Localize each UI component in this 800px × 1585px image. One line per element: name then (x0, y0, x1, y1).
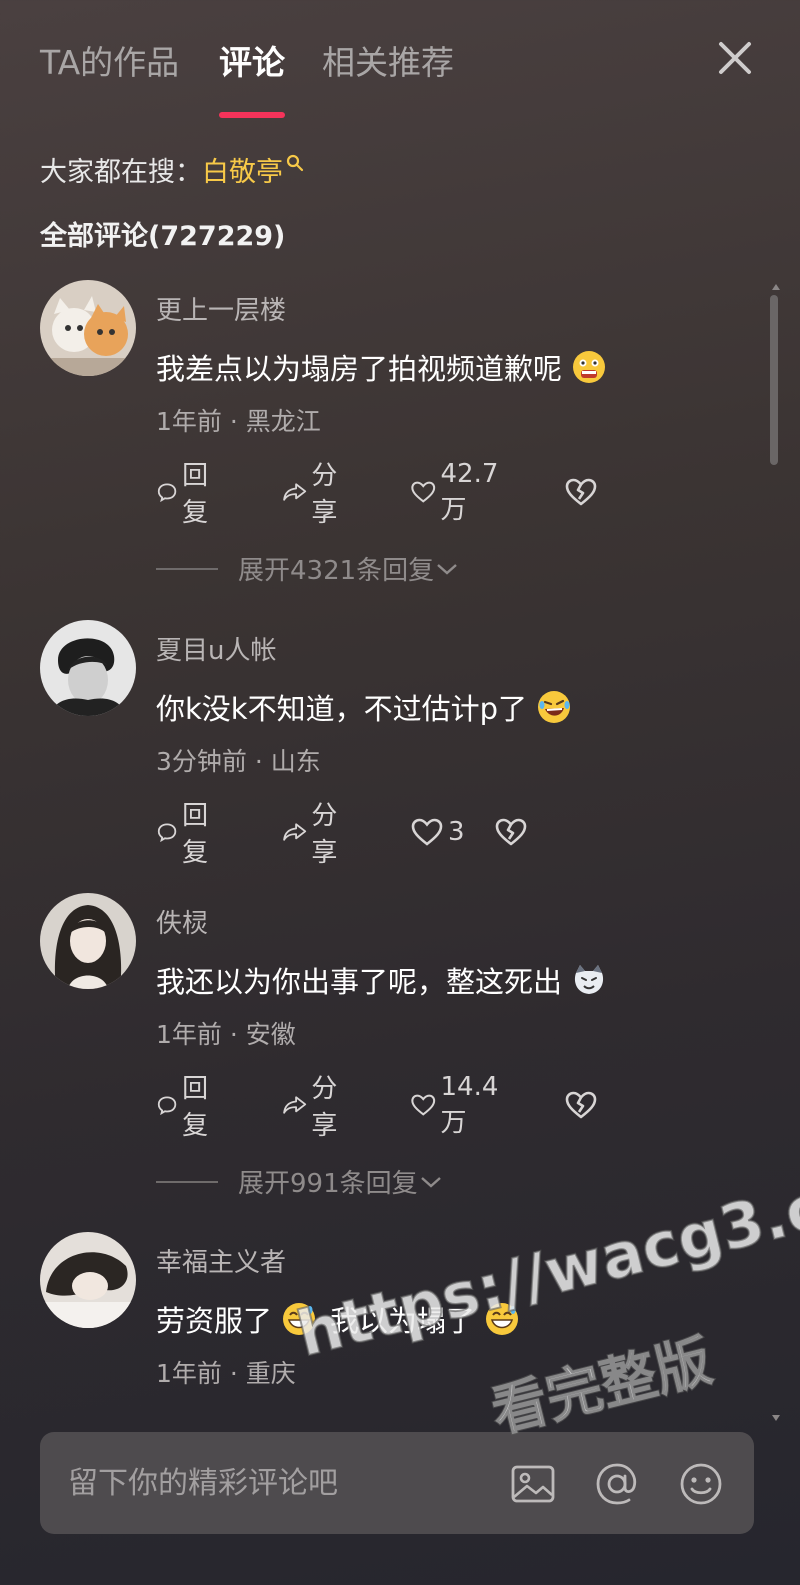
share-button[interactable]: 分享 (282, 1074, 348, 1141)
reply-icon (157, 483, 177, 503)
reply-label: 回复 (182, 801, 209, 868)
reply-button[interactable]: 回复 (156, 1074, 218, 1141)
watermark: https://wacg3.com 看完整版 (289, 1143, 800, 1450)
cat-face-icon (572, 963, 606, 997)
divider-line (156, 1180, 218, 1183)
active-tab-indicator (219, 112, 285, 118)
comment-text-content: 我还以为你出事了呢，整这死出 (156, 965, 563, 999)
comment-meta: 1年前 · 安徽 (156, 1020, 296, 1049)
close-icon[interactable] (715, 38, 755, 78)
comment-input[interactable] (68, 1458, 488, 1508)
share-label: 分享 (311, 1074, 338, 1141)
emoji-icon[interactable] (676, 1459, 726, 1509)
reply-button[interactable]: 回复 (156, 801, 218, 868)
comment-text-content-2: 我以为塌了 (330, 1304, 476, 1338)
username[interactable]: 佚棂 (156, 903, 208, 940)
expand-replies-label: 展开991条回复 (238, 1169, 418, 1199)
comment-input-bar (40, 1432, 754, 1534)
comment-count: 全部评论(727229) (40, 221, 286, 252)
avatar[interactable] (40, 1232, 136, 1328)
image-icon[interactable] (508, 1459, 558, 1509)
comment-meta: 1年前 · 黑龙江 (156, 407, 321, 436)
broken-heart-icon (495, 818, 527, 846)
chevron-down-icon (437, 563, 457, 575)
dislike-button[interactable] (494, 812, 532, 852)
like-button[interactable]: 42.7万 (410, 459, 506, 525)
username[interactable]: 幸福主义者 (156, 1242, 286, 1279)
reply-icon (157, 1096, 177, 1116)
scrollbar-thumb[interactable] (770, 295, 778, 465)
search-hint-term[interactable]: 白敬亭 (202, 157, 283, 188)
share-button[interactable]: 分享 (282, 461, 348, 528)
share-icon (283, 483, 307, 501)
expand-replies[interactable]: 展开991条回复 (156, 1163, 444, 1200)
share-label: 分享 (311, 461, 338, 528)
tab-bar: TA的作品 评论 相关推荐 (40, 36, 760, 120)
avatar[interactable] (40, 280, 136, 376)
like-count: 3 (448, 817, 465, 847)
sweat-grin-face-icon (485, 1302, 519, 1336)
heart-icon (411, 481, 436, 503)
search-hint: 大家都在搜：白敬亭 (40, 150, 305, 189)
avatar[interactable] (40, 893, 136, 989)
reply-icon (157, 823, 177, 843)
like-button[interactable]: 14.4万 (410, 1072, 506, 1138)
rofl-face-icon (537, 690, 571, 724)
expand-replies-label: 展开4321条回复 (238, 556, 435, 586)
scroll-up-arrow[interactable] (772, 284, 780, 290)
username[interactable]: 更上一层楼 (156, 290, 286, 327)
comment-text-content: 我差点以为塌房了拍视频道歉呢 (156, 352, 563, 386)
heart-icon (411, 1094, 436, 1116)
like-count: 14.4万 (440, 1071, 499, 1138)
divider-line (156, 567, 218, 570)
comment-text-content: 你k没k不知道，不过估计p了 (156, 692, 527, 726)
tab-related[interactable]: 相关推荐 (322, 36, 454, 84)
like-count: 42.7万 (440, 458, 499, 525)
tab-comments[interactable]: 评论 (219, 36, 285, 84)
search-icon (286, 154, 304, 172)
scroll-down-arrow[interactable] (772, 1415, 780, 1421)
expand-replies[interactable]: 展开4321条回复 (156, 550, 460, 587)
share-icon (283, 1096, 307, 1114)
search-hint-prefix: 大家都在搜： (40, 157, 202, 188)
comment-meta: 1年前 · 重庆 (156, 1359, 296, 1388)
share-button[interactable]: 分享 (282, 801, 348, 868)
scared-face-icon (572, 350, 606, 384)
share-icon (283, 823, 307, 841)
comment-meta: 3分钟前 · 山东 (156, 747, 321, 776)
dislike-button[interactable] (564, 472, 602, 512)
comment-text: 我差点以为塌房了拍视频道歉呢 (156, 346, 606, 388)
share-label: 分享 (311, 801, 338, 868)
mention-icon[interactable] (592, 1459, 642, 1509)
heart-icon (411, 818, 443, 846)
comment-text: 你k没k不知道，不过估计p了 (156, 686, 571, 728)
reply-label: 回复 (182, 461, 209, 528)
like-button[interactable]: 3 (410, 812, 465, 852)
reply-label: 回复 (182, 1074, 209, 1141)
comment-text: 劳资服了 我以为塌了 (156, 1298, 519, 1340)
sweat-grin-face-icon (282, 1302, 316, 1336)
comment-text: 我还以为你出事了呢，整这死出 (156, 959, 606, 1001)
broken-heart-icon (565, 478, 597, 506)
avatar[interactable] (40, 620, 136, 716)
chevron-down-icon (420, 1176, 441, 1188)
dislike-button[interactable] (564, 1085, 602, 1125)
reply-button[interactable]: 回复 (156, 461, 218, 528)
username[interactable]: 夏目u人帐 (156, 630, 276, 667)
broken-heart-icon (565, 1091, 597, 1119)
tab-ta-works[interactable]: TA的作品 (40, 36, 179, 84)
comment-text-content: 劳资服了 (156, 1304, 273, 1338)
